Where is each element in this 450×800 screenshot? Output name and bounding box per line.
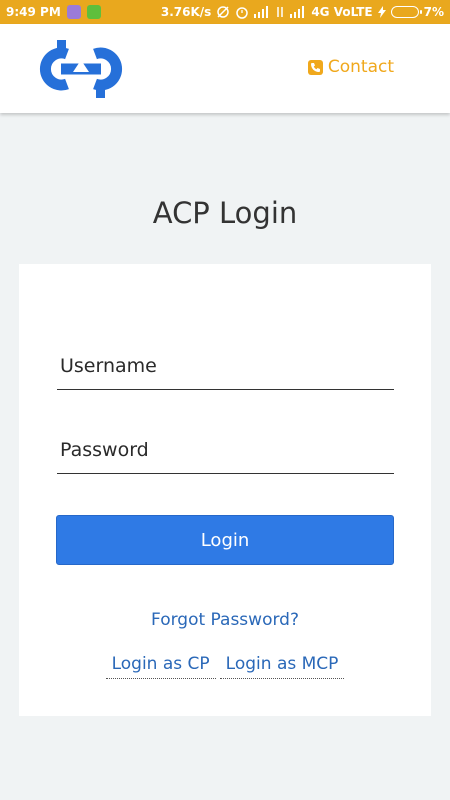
- charging-icon: [377, 6, 386, 18]
- alt-login-links: Login as CP Login as MCP: [19, 654, 431, 679]
- signal-icon: [254, 6, 270, 18]
- status-bar: 9:49 PM 3.76K/s 4G VoLTE 7%: [0, 0, 450, 24]
- alarm-icon: [235, 5, 249, 19]
- battery-icon: [390, 6, 422, 18]
- data-arrows-icon: [275, 6, 285, 18]
- forgot-password-link[interactable]: Forgot Password?: [19, 610, 431, 630]
- battery-percent: 7%: [423, 5, 444, 19]
- app-notification-icon: [66, 5, 81, 19]
- page-title: ACP Login: [152, 196, 298, 230]
- phone-icon: [307, 59, 323, 75]
- app-header: Contact: [0, 24, 450, 113]
- company-logo[interactable]: [37, 38, 125, 100]
- login-as-cp-link[interactable]: Login as CP: [105, 654, 216, 679]
- contact-link[interactable]: Contact: [307, 57, 394, 77]
- password-field[interactable]: [57, 426, 394, 474]
- android-notification-icon: [86, 5, 101, 19]
- data-saver-icon: [216, 5, 230, 19]
- login-card: Login Forgot Password? Login as CP Login…: [19, 264, 431, 716]
- network-speed: 3.76K/s: [160, 5, 212, 19]
- login-as-mcp-link[interactable]: Login as MCP: [219, 654, 345, 679]
- username-field[interactable]: [57, 342, 394, 390]
- login-button[interactable]: Login: [56, 515, 394, 565]
- signal-icon-2: [290, 6, 306, 18]
- status-time: 9:49 PM: [6, 5, 61, 19]
- contact-label: Contact: [327, 57, 394, 77]
- network-type: 4G VoLTE: [311, 5, 373, 19]
